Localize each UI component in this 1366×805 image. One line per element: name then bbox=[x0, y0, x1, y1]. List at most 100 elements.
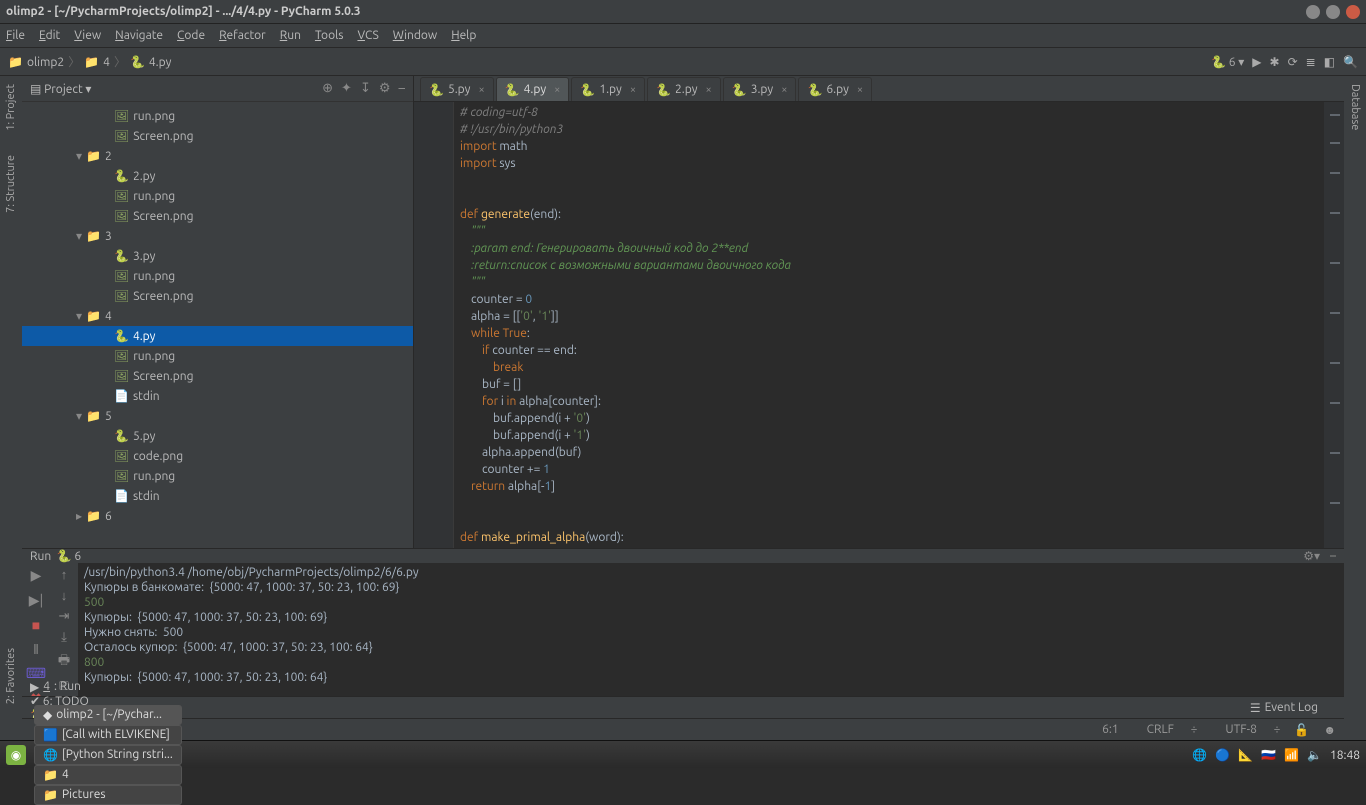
down-icon[interactable]: ↓ bbox=[61, 588, 68, 603]
tree-item[interactable]: 📄stdin bbox=[22, 386, 413, 406]
tray-icon[interactable]: 🔈 bbox=[1307, 749, 1322, 762]
maximize-button[interactable] bbox=[1326, 5, 1340, 19]
minimize-button[interactable] bbox=[1306, 5, 1320, 19]
menu-code[interactable]: Code bbox=[177, 29, 205, 42]
run-to-cursor-icon[interactable]: ▶| bbox=[29, 592, 44, 609]
taskbar-item[interactable]: 🟦[Call with ELVIKENE] bbox=[34, 725, 182, 745]
bottom-tab[interactable]: ▶ 4: Run bbox=[30, 680, 132, 694]
code-editor[interactable]: # coding=utf-8# !/usr/bin/python3import … bbox=[414, 102, 1344, 548]
project-hdr-icon-0[interactable]: ⊕ bbox=[322, 81, 333, 95]
tree-item[interactable]: 🖼run.png bbox=[22, 466, 413, 486]
tree-item[interactable]: 🖼run.png bbox=[22, 346, 413, 366]
menu-view[interactable]: View bbox=[74, 29, 101, 42]
menu-edit[interactable]: Edit bbox=[39, 29, 60, 42]
run-hide-icon[interactable]: ⎯ bbox=[1330, 549, 1336, 563]
tree-item[interactable]: ▾📁3 bbox=[22, 226, 413, 246]
tree-item[interactable]: ▾📁5 bbox=[22, 406, 413, 426]
menu-run[interactable]: Run bbox=[280, 29, 301, 42]
tree-item[interactable]: 🖼run.png bbox=[22, 106, 413, 126]
menu-tools[interactable]: Tools bbox=[315, 29, 344, 42]
tree-item[interactable]: 🐍5.py bbox=[22, 426, 413, 446]
taskbar-item[interactable]: 🌐[Python String rstri... bbox=[34, 745, 182, 765]
toolbar-icon-2[interactable]: ⟳ bbox=[1288, 56, 1298, 69]
hektor-icon[interactable]: ☻ bbox=[1323, 723, 1336, 737]
tree-item[interactable]: 🖼code.png bbox=[22, 446, 413, 466]
toolbar-icon-3[interactable]: ≣ bbox=[1306, 56, 1316, 69]
menu-window[interactable]: Window bbox=[393, 29, 437, 42]
tray-icon[interactable]: 🌐 bbox=[1192, 749, 1207, 762]
tree-item[interactable]: 🖼Screen.png bbox=[22, 126, 413, 146]
close-button[interactable] bbox=[1346, 5, 1360, 19]
toolbar-icon-0[interactable]: ▶ bbox=[1252, 56, 1261, 69]
rail-structure[interactable]: 7: Structure bbox=[5, 155, 17, 213]
tray-icon[interactable]: 🇷🇺 bbox=[1261, 749, 1276, 762]
rail-project[interactable]: 1: Project bbox=[5, 84, 17, 131]
menu-help[interactable]: Help bbox=[451, 29, 476, 42]
run-settings-icon[interactable]: ⚙▾ bbox=[1303, 549, 1320, 563]
tree-item[interactable]: 🖼run.png bbox=[22, 266, 413, 286]
tray-icon[interactable]: 🔵 bbox=[1215, 749, 1230, 762]
tree-item[interactable]: 🐍2.py bbox=[22, 166, 413, 186]
close-tab-icon[interactable]: × bbox=[706, 84, 712, 96]
project-view-selector[interactable]: ▤ Project ▾ bbox=[30, 82, 91, 96]
system-tray[interactable]: 🌐 🔵 📐 🇷🇺 📶 🔈 18:48 bbox=[1184, 748, 1360, 762]
tree-item[interactable]: 🖼Screen.png bbox=[22, 206, 413, 226]
toolbar-icon-5[interactable]: 🔍 bbox=[1343, 56, 1358, 69]
project-hdr-icon-3[interactable]: ⚙ bbox=[379, 81, 391, 95]
rerun-icon[interactable]: ▶ bbox=[31, 567, 42, 584]
editor-tab[interactable]: 🐍5.py× bbox=[420, 77, 494, 101]
tray-icon[interactable]: 📐 bbox=[1238, 749, 1253, 762]
line-sep[interactable]: CRLF ÷ bbox=[1133, 723, 1198, 736]
close-tab-icon[interactable]: × bbox=[478, 84, 484, 96]
start-menu-icon[interactable]: ◉ bbox=[6, 745, 26, 765]
taskbar-item[interactable]: 📁Pictures bbox=[34, 785, 182, 805]
tree-item[interactable]: ▾📁2 bbox=[22, 146, 413, 166]
scroll-icon[interactable]: ⤓ bbox=[61, 630, 67, 645]
tray-icon[interactable]: 18:48 bbox=[1330, 749, 1360, 762]
print-icon[interactable]: 🖶 bbox=[58, 651, 70, 673]
tree-item[interactable]: 🖼Screen.png bbox=[22, 366, 413, 386]
tree-item[interactable]: 📄stdin bbox=[22, 486, 413, 506]
project-hdr-icon-2[interactable]: ↧ bbox=[360, 81, 371, 95]
tree-item[interactable]: ▾📁4 bbox=[22, 306, 413, 326]
menu-refactor[interactable]: Refactor bbox=[219, 29, 266, 42]
close-tab-icon[interactable]: × bbox=[554, 84, 560, 96]
runconfig-selector[interactable]: 🐍 6 ▾ bbox=[1211, 55, 1244, 69]
tray-icon[interactable]: 📶 bbox=[1284, 749, 1299, 762]
taskbar-item[interactable]: ◆olimp2 - [~/Pychar... bbox=[34, 705, 182, 725]
project-hdr-icon-4[interactable]: ⎯ bbox=[399, 81, 406, 95]
toolbar-icon-1[interactable]: ✱ bbox=[1270, 56, 1280, 69]
encoding[interactable]: UTF-8 ÷ bbox=[1211, 723, 1280, 736]
readonly-icon[interactable]: 🔓 bbox=[1294, 723, 1309, 737]
tree-item[interactable]: 🐍3.py bbox=[22, 246, 413, 266]
menu-navigate[interactable]: Navigate bbox=[115, 29, 163, 42]
run-output[interactable]: /usr/bin/python3.4 /home/obj/PycharmProj… bbox=[78, 563, 1344, 707]
marker-bar[interactable] bbox=[1324, 102, 1344, 548]
tree-item[interactable]: 🖼run.png bbox=[22, 186, 413, 206]
stop-icon[interactable]: ■ bbox=[32, 617, 40, 633]
editor-tab[interactable]: 🐍2.py× bbox=[647, 77, 721, 101]
close-tab-icon[interactable]: × bbox=[857, 84, 863, 96]
tree-item[interactable]: 🖼Screen.png bbox=[22, 286, 413, 306]
menu-file[interactable]: File bbox=[6, 29, 25, 42]
tree-item[interactable]: 🐍4.py bbox=[22, 326, 413, 346]
event-log-tab[interactable]: ☰ Event Log bbox=[1250, 701, 1318, 715]
editor-tab[interactable]: 🐍1.py× bbox=[571, 77, 645, 101]
wrap-icon[interactable]: ⇥ bbox=[59, 609, 70, 624]
rail-favorites[interactable]: 2: Favorites bbox=[5, 648, 17, 704]
project-hdr-icon-1[interactable]: ✦ bbox=[341, 81, 352, 95]
editor-tab[interactable]: 🐍6.py× bbox=[798, 77, 872, 101]
editor-tab[interactable]: 🐍3.py× bbox=[723, 77, 797, 101]
close-tab-icon[interactable]: × bbox=[630, 84, 636, 96]
menu-vcs[interactable]: VCS bbox=[357, 29, 378, 42]
pause-icon[interactable]: ‖ bbox=[33, 641, 39, 657]
breadcrumbs[interactable]: 📁olimp2〉📁4〉🐍4.py bbox=[8, 53, 171, 70]
editor-tab[interactable]: 🐍4.py× bbox=[496, 77, 570, 101]
up-icon[interactable]: ↑ bbox=[61, 567, 68, 582]
rail-database[interactable]: Database bbox=[1349, 84, 1361, 130]
project-tree[interactable]: 🖼run.png🖼Screen.png▾📁2🐍2.py🖼run.png🖼Scre… bbox=[22, 102, 413, 548]
close-tab-icon[interactable]: × bbox=[781, 84, 787, 96]
toolbar-icon-4[interactable]: ◧ bbox=[1324, 56, 1335, 69]
caret-pos[interactable]: 6:1 bbox=[1102, 723, 1119, 736]
tree-item[interactable]: ▸📁6 bbox=[22, 506, 413, 526]
